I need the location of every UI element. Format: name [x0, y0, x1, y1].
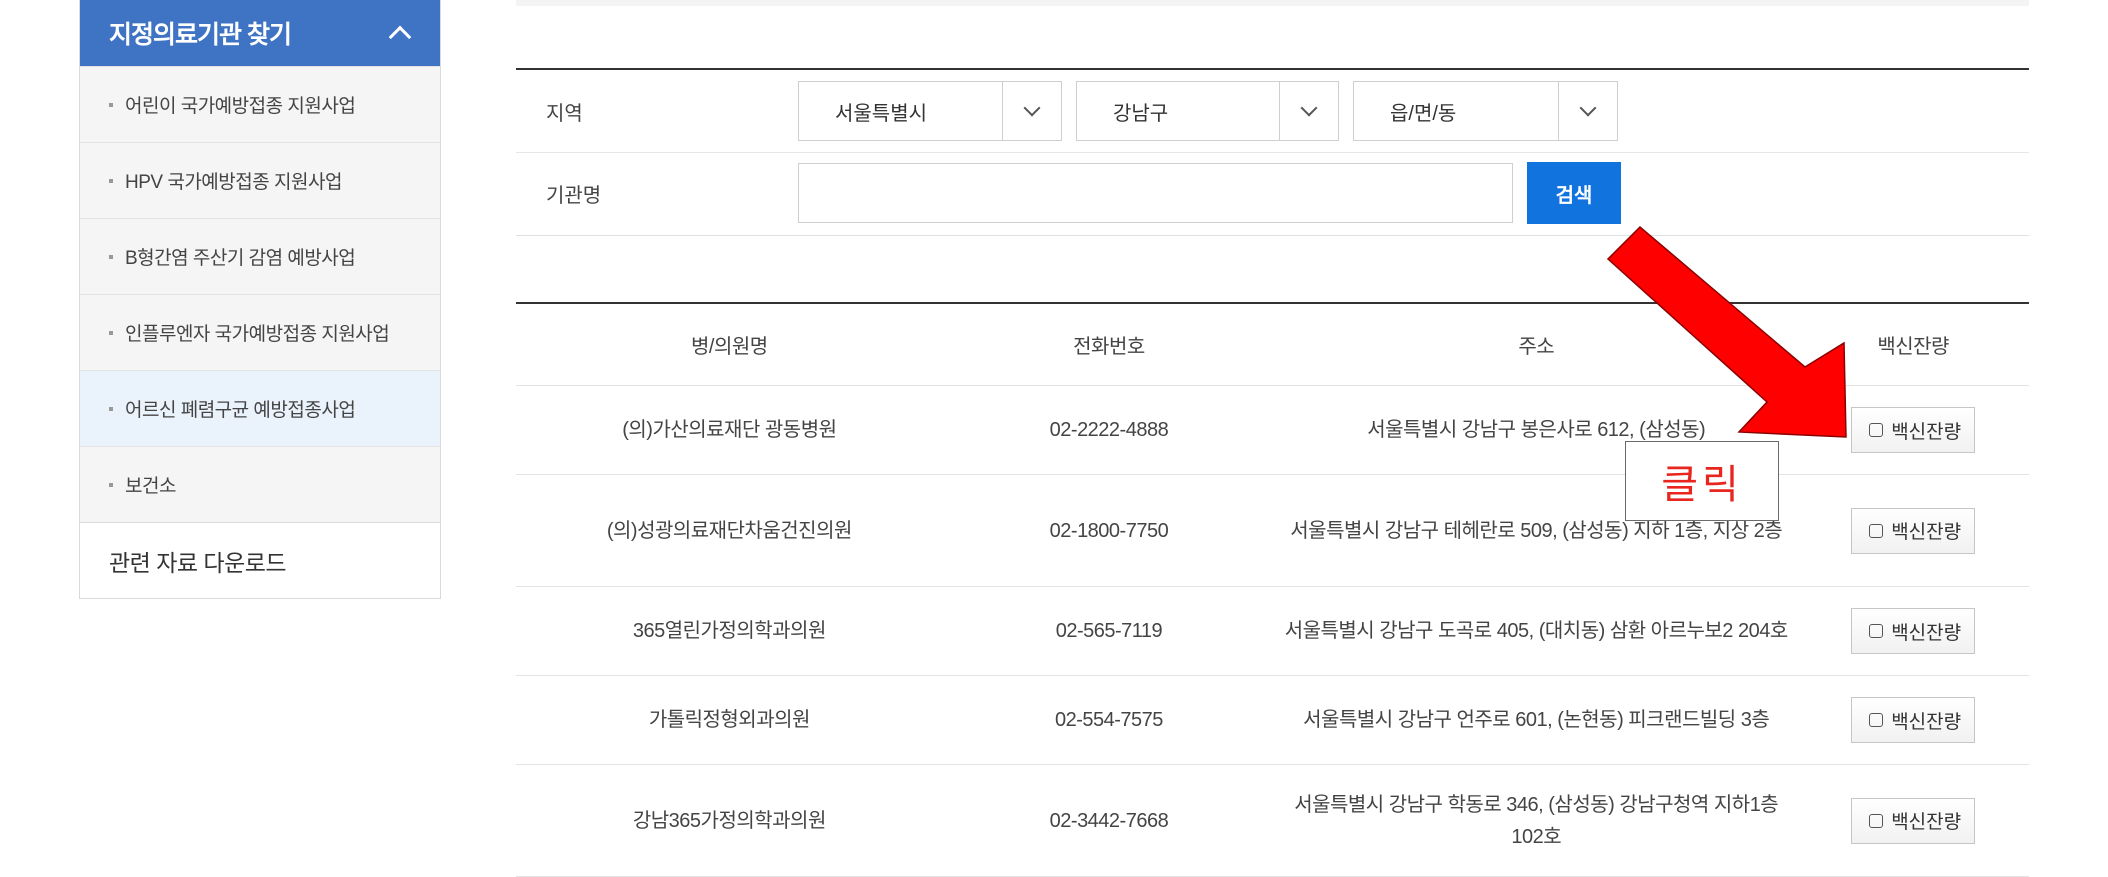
sidebar-download-link[interactable]: 관련 자료 다운로드	[80, 522, 440, 598]
city-select-arrow[interactable]	[1002, 82, 1061, 140]
district-select-value: 강남구	[1113, 102, 1169, 125]
header-phone: 전화번호	[942, 303, 1276, 386]
sidebar-item-label: 인플루엔자 국가예방접종 지원사업	[125, 324, 390, 345]
sidebar-item-label: 어르신 폐렴구균 예방접종사업	[125, 400, 356, 421]
sidebar-item-hepatitis-b[interactable]: B형간염 주산기 감염 예방사업	[80, 218, 440, 294]
city-select[interactable]: 서울특별시	[798, 81, 1062, 141]
hospital-phone: 02-554-7575	[942, 675, 1276, 765]
vaccine-stock-cell: 백신잔량	[1797, 675, 2029, 765]
hospital-phone: 02-1800-7750	[942, 474, 1276, 587]
vaccine-stock-button[interactable]: 백신잔량	[1851, 407, 1976, 453]
town-select-arrow[interactable]	[1558, 82, 1617, 140]
vaccine-stock-cell: 백신잔량	[1797, 474, 2029, 587]
table-row: 가톨릭정형외과의원 02-554-7575 서울특별시 강남구 언주로 601,…	[516, 675, 2029, 765]
chevron-up-icon	[388, 25, 412, 49]
region-row: 지역 서울특별시 강남구 읍/면/동	[516, 70, 2029, 153]
red-arrow-shape	[1606, 225, 1847, 438]
sidebar-item-health-center[interactable]: 보건소	[80, 446, 440, 522]
bullet-icon	[109, 178, 113, 183]
vaccine-stock-button[interactable]: 백신잔량	[1851, 608, 1976, 654]
vaccine-stock-label: 백신잔량	[1891, 812, 1962, 833]
vaccine-stock-label: 백신잔량	[1891, 522, 1962, 543]
sidebar-item-influenza[interactable]: 인플루엔자 국가예방접종 지원사업	[80, 294, 440, 370]
vaccine-stock-button[interactable]: 백신잔량	[1851, 797, 1976, 844]
click-callout: 클릭	[1625, 441, 1779, 521]
chevron-down-icon	[1579, 99, 1597, 117]
popup-icon	[1869, 713, 1884, 727]
hospital-name: 365열린가정의학과의원	[516, 586, 943, 676]
institution-name-input[interactable]	[798, 163, 1513, 223]
hospital-name: (의)성광의료재단차움건진의원	[516, 474, 943, 587]
annotation-arrow-icon	[1606, 225, 1847, 438]
sidebar-item-hpv[interactable]: HPV 국가예방접종 지원사업	[80, 142, 440, 218]
sidebar-header[interactable]: 지정의료기관 찾기	[80, 0, 440, 66]
bullet-icon	[109, 254, 113, 259]
vaccine-stock-label: 백신잔량	[1891, 711, 1962, 733]
table-row: 365열린가정의학과의원 02-565-7119 서울특별시 강남구 도곡로 4…	[516, 586, 2029, 676]
chevron-down-icon	[1023, 99, 1041, 117]
hospital-phone: 02-2222-4888	[942, 385, 1276, 475]
hospital-phone: 02-565-7119	[942, 586, 1276, 676]
town-select[interactable]: 읍/면/동	[1353, 81, 1618, 141]
hospital-address: 서울특별시 강남구 언주로 601, (논현동) 피크랜드빌딩 3층	[1275, 675, 1798, 765]
sidebar: 지정의료기관 찾기 어린이 국가예방접종 지원사업 HPV 국가예방접종 지원사…	[79, 0, 441, 599]
top-strip	[516, 0, 2029, 6]
district-select-arrow[interactable]	[1279, 82, 1338, 140]
hospital-name: (의)가산의료재단 광동병원	[516, 385, 943, 475]
search-panel: 지역 서울특별시 강남구 읍/면/동 기관명 검색	[516, 68, 2029, 236]
vaccine-stock-label: 백신잔량	[1891, 421, 1962, 443]
popup-icon	[1869, 813, 1884, 828]
sidebar-item-label: B형간염 주산기 감염 예방사업	[125, 248, 356, 269]
vaccine-stock-button[interactable]: 백신잔량	[1851, 507, 1976, 554]
sidebar-item-label: HPV 국가예방접종 지원사업	[125, 172, 342, 193]
bullet-icon	[109, 330, 113, 335]
table-row: (의)성광의료재단차움건진의원 02-1800-7750 서울특별시 강남구 테…	[516, 474, 2029, 587]
name-row: 기관명 검색	[516, 153, 2029, 233]
popup-icon	[1869, 624, 1884, 638]
region-label: 지역	[546, 102, 583, 125]
header-name: 병/의원명	[516, 303, 943, 386]
sidebar-item-label: 어린이 국가예방접종 지원사업	[125, 96, 356, 117]
sidebar-title: 지정의료기관 찾기	[109, 21, 292, 49]
chevron-down-icon	[1300, 99, 1318, 117]
name-label: 기관명	[546, 184, 602, 207]
popup-icon	[1869, 423, 1884, 437]
bullet-icon	[109, 102, 113, 107]
popup-icon	[1869, 523, 1884, 538]
vaccine-stock-button[interactable]: 백신잔량	[1851, 697, 1976, 743]
town-select-value: 읍/면/동	[1390, 102, 1457, 125]
hospital-address: 서울특별시 강남구 도곡로 405, (대치동) 삼환 아르누보2 204호	[1275, 586, 1798, 676]
bullet-icon	[109, 406, 113, 411]
district-select[interactable]: 강남구	[1076, 81, 1339, 141]
sidebar-item-pneumococcal[interactable]: 어르신 폐렴구균 예방접종사업	[80, 370, 440, 446]
sidebar-item-child-vaccination[interactable]: 어린이 국가예방접종 지원사업	[80, 66, 440, 142]
download-label: 관련 자료 다운로드	[109, 549, 287, 576]
bullet-icon	[109, 482, 113, 487]
vaccine-stock-cell: 백신잔량	[1797, 586, 2029, 676]
city-select-value: 서울특별시	[835, 102, 927, 125]
vaccine-stock-label: 백신잔량	[1891, 622, 1962, 644]
sidebar-item-label: 보건소	[125, 476, 176, 497]
search-button[interactable]: 검색	[1527, 162, 1621, 224]
hospital-name: 가톨릭정형외과의원	[516, 675, 943, 765]
